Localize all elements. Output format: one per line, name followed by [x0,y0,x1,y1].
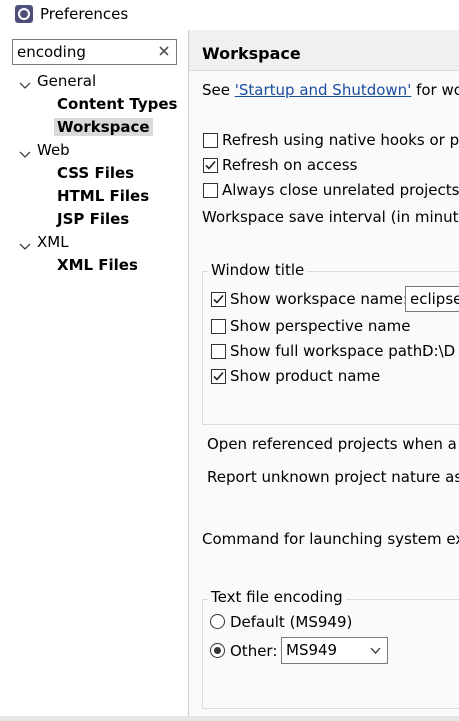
tree-item-html-files[interactable]: HTML Files [57,185,149,207]
chevron-down-icon[interactable] [19,146,31,158]
default-encoding-label: Default (MS949) [230,613,353,631]
tree-item-workspace[interactable]: Workspace [54,116,153,138]
title-bar: Preferences [0,0,459,30]
chevron-down-icon [370,647,381,654]
workspace-page: Workspace See 'Startup and Shutdown' for… [189,30,459,721]
filter-value: encoding [17,43,86,61]
window-title: Preferences [40,5,129,23]
tree-item-css-files[interactable]: CSS Files [57,162,134,184]
see-startup-text: See 'Startup and Shutdown' for works [202,81,459,99]
window-title-group-label: Window title [208,261,308,279]
tree-item-xml[interactable]: XML [37,231,69,253]
refresh-access-label: Refresh on access [222,156,358,174]
show-product-name-checkbox[interactable] [211,369,226,384]
page-content: See 'Startup and Shutdown' for works Ref… [189,71,459,721]
full-path-value: D:\D [422,342,456,360]
show-perspective-name-label: Show perspective name [230,317,411,335]
clear-filter-icon[interactable] [156,43,172,59]
tree-item-jsp-files[interactable]: JSP Files [57,208,129,230]
workspace-name-value: eclipse- [410,290,459,308]
encoding-combo-value: MS949 [286,641,338,659]
default-encoding-radio[interactable] [210,614,225,629]
see-prefix: See [202,81,235,99]
tree-item-xml-files[interactable]: XML Files [57,254,138,276]
command-launching-label: Command for launching system explo [202,530,459,548]
chevron-down-icon[interactable] [19,238,31,250]
tree-item-general[interactable]: General [37,70,96,92]
text-file-encoding-group-label: Text file encoding [208,588,346,606]
eclipse-icon [14,4,34,24]
refresh-native-label: Refresh using native hooks or polli [222,131,459,149]
show-workspace-name-checkbox[interactable] [211,292,226,307]
tree-item-workspace-label: Workspace [54,118,153,136]
show-full-path-label: Show full workspace path: [230,342,428,360]
other-encoding-radio[interactable] [210,643,225,658]
encoding-combo[interactable]: MS949 [281,637,388,664]
tree-item-content-types[interactable]: Content Types [57,93,177,115]
page-header: Workspace [189,30,459,71]
radio-dot-icon [214,647,221,654]
chevron-down-icon[interactable] [19,77,31,89]
other-encoding-label: Other: [230,642,278,660]
bottom-edge [0,716,459,721]
startup-shutdown-link[interactable]: 'Startup and Shutdown' [235,81,412,99]
filter-input[interactable]: encoding [12,39,177,65]
show-product-name-label: Show product name [230,367,381,385]
preferences-tree-pane: encoding General Content Types Workspace… [0,30,188,721]
show-full-path-checkbox[interactable] [211,344,226,359]
report-unknown-label: Report unknown project nature as: [207,468,459,486]
workspace-name-field[interactable]: eclipse- [405,286,459,312]
always-close-label: Always close unrelated projects wit [222,181,459,199]
page-title: Workspace [202,44,301,63]
refresh-native-checkbox[interactable] [203,133,218,148]
show-workspace-name-label: Show workspace name: [230,290,408,308]
show-perspective-name-checkbox[interactable] [211,319,226,334]
refresh-access-checkbox[interactable] [203,158,218,173]
save-interval-label: Workspace save interval (in minutes): [202,208,459,226]
tree-item-web[interactable]: Web [37,139,70,161]
always-close-checkbox[interactable] [203,183,218,198]
see-suffix: for works [416,81,459,99]
open-referenced-label: Open referenced projects when a pro [207,435,459,453]
